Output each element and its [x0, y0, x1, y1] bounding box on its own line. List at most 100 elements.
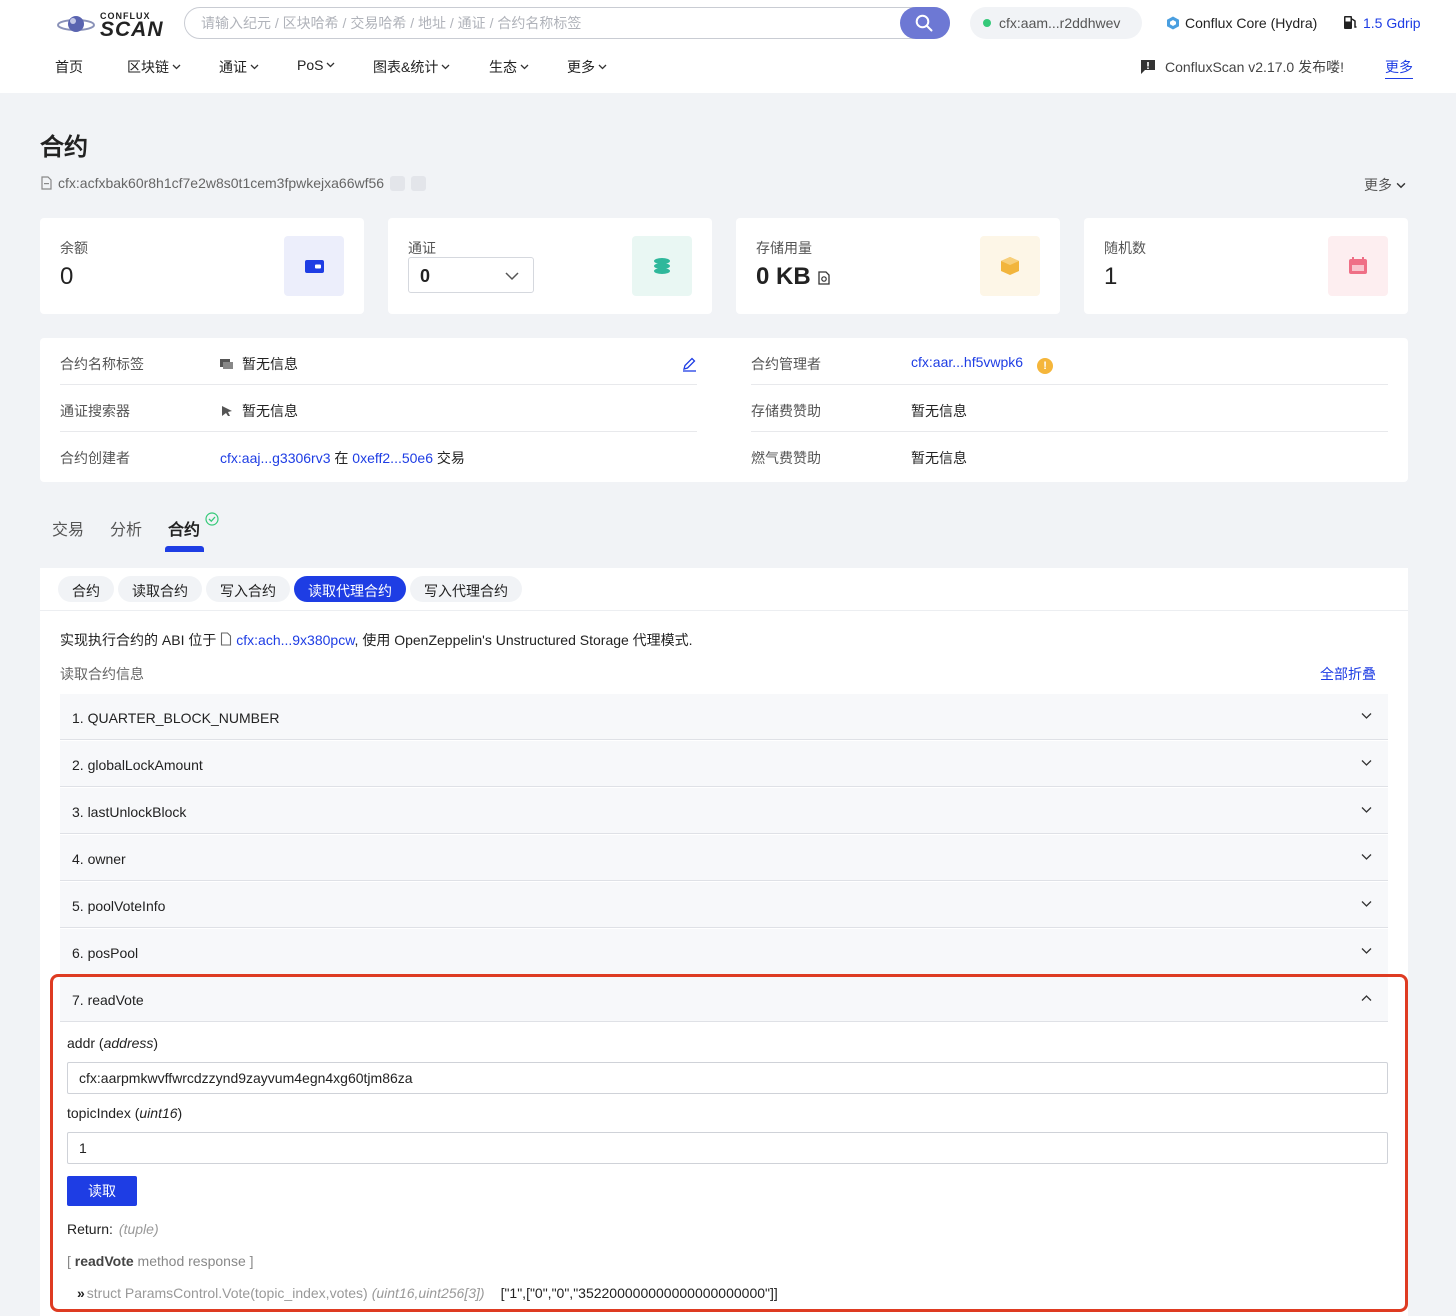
- contract-panel: 合约 读取合约 写入合约 读取代理合约 写入代理合约 实现执行合约的 ABI 位…: [40, 568, 1408, 1316]
- info-value: 暂无信息: [911, 403, 967, 419]
- top-header: CONFLUX SCAN cfx:aam...r2ddhwev Conflux …: [0, 0, 1456, 93]
- chevron-down-icon: [1361, 948, 1372, 954]
- brand-main-text: SCAN: [100, 18, 164, 41]
- announcement[interactable]: ConfluxScan v2.17.0 发布喽!: [1140, 57, 1344, 77]
- subtab-write[interactable]: 写入合约: [206, 576, 290, 602]
- info-key: 合约创建者: [60, 450, 130, 466]
- subtab-write-proxy[interactable]: 写入代理合约: [410, 576, 522, 602]
- storage-detail-icon[interactable]: [817, 271, 831, 285]
- read-section-title: 读取合约信息: [60, 666, 144, 682]
- tab-contract[interactable]: 合约: [168, 516, 200, 540]
- creator-at-text: 在: [334, 450, 349, 466]
- implementation-note: 实现执行合约的 ABI 位于 cfx:ach...9x380pcw, 使用 Op…: [60, 630, 693, 650]
- info-value: 暂无信息: [220, 354, 298, 374]
- tab-analysis[interactable]: 分析: [110, 516, 142, 540]
- method-name: 5. poolVoteInfo: [72, 898, 166, 914]
- edit-icon[interactable]: [681, 356, 697, 372]
- nav-tokens-label: 通证: [219, 59, 247, 75]
- method-row[interactable]: 1. QUARTER_BLOCK_NUMBER: [60, 694, 1388, 740]
- conflux-network-icon: [1167, 16, 1179, 30]
- nav-tokens[interactable]: 通证: [219, 57, 259, 77]
- info-key: 燃气费赞助: [751, 450, 821, 466]
- chevron-down-icon: [598, 64, 607, 70]
- search-input[interactable]: [201, 8, 891, 38]
- contract-info-panel: 合约名称标签 暂无信息 通证搜索器 暂无信息 合约创建者 cfx:aaj...g…: [40, 338, 1408, 482]
- more-dropdown[interactable]: 更多: [1364, 175, 1406, 195]
- package-icon: [980, 236, 1040, 296]
- admin-address-link[interactable]: cfx:aar...hf5vwpk6: [911, 354, 1023, 370]
- creator-address-link[interactable]: cfx:aaj...g3306rv3: [220, 450, 331, 466]
- chevron-down-icon: [327, 62, 335, 68]
- method-name: 2. globalLockAmount: [72, 757, 203, 773]
- page-title: 合约: [40, 134, 88, 161]
- token-label: 通证: [408, 240, 436, 256]
- chevron-down-icon: [1396, 182, 1406, 189]
- wallet-button[interactable]: cfx:aam...r2ddhwev: [970, 7, 1142, 39]
- method-name: 4. owner: [72, 851, 126, 867]
- info-value: 暂无信息: [911, 450, 967, 466]
- chevron-down-icon: [1361, 760, 1372, 766]
- storage-label: 存储用量: [756, 240, 812, 256]
- search-button[interactable]: [900, 7, 950, 39]
- info-row-gas-sponsor: 燃气费赞助 暂无信息: [751, 432, 1388, 479]
- gas-price-value: 1.5 Gdrip: [1363, 15, 1421, 31]
- collapse-all-link[interactable]: 全部折叠: [1320, 664, 1376, 684]
- creation-tx-link[interactable]: 0xeff2...50e6: [352, 450, 433, 466]
- coins-icon: [632, 236, 692, 296]
- nav-more-label: 更多: [567, 59, 595, 75]
- copy-icon[interactable]: [390, 176, 406, 191]
- chevron-down-icon: [441, 64, 450, 70]
- contract-file-icon: [221, 632, 232, 646]
- tab-transactions[interactable]: 交易: [52, 516, 84, 540]
- nav-blockchain[interactable]: 区块链: [127, 57, 181, 77]
- contract-address: cfx:acfxbak60r8h1cf7e2w8s0t1cem3fpwkejxa…: [58, 175, 385, 191]
- announcement-more-link[interactable]: 更多: [1385, 57, 1413, 79]
- connected-status-dot: [983, 19, 991, 27]
- info-row-storage-sponsor: 存储费赞助 暂无信息: [751, 385, 1388, 432]
- info-key: 合约管理者: [751, 356, 821, 372]
- method-row[interactable]: 5. poolVoteInfo: [60, 882, 1388, 928]
- announcement-text: ConfluxScan v2.17.0 发布喽!: [1165, 59, 1344, 75]
- chevron-down-icon: [172, 64, 181, 70]
- nav-charts-label: 图表&统计: [373, 59, 439, 75]
- chevron-down-icon: [1361, 713, 1372, 719]
- impl-suffix: , 使用 OpenZeppelin's Unstructured Storage…: [354, 632, 693, 648]
- gas-pump-icon: [1344, 16, 1357, 29]
- method-row[interactable]: 3. lastUnlockBlock: [60, 788, 1388, 834]
- info-key: 通证搜索器: [60, 403, 130, 419]
- balance-value: 0: [60, 263, 74, 290]
- name-tag-icon: [220, 359, 233, 369]
- token-tracker-icon: [222, 406, 232, 416]
- method-row[interactable]: 2. globalLockAmount: [60, 741, 1388, 787]
- active-tab-indicator: [165, 546, 204, 552]
- confluxscan-logo[interactable]: CONFLUX SCAN: [56, 10, 166, 41]
- chevron-down-icon: [520, 64, 529, 70]
- gas-price[interactable]: 1.5 Gdrip: [1343, 15, 1421, 31]
- subtab-code[interactable]: 合约: [58, 576, 114, 602]
- nav-ecosystem[interactable]: 生态: [489, 57, 529, 77]
- planet-logo-icon: [57, 16, 95, 32]
- nav-more[interactable]: 更多: [567, 57, 607, 77]
- network-name: Conflux Core (Hydra): [1185, 15, 1318, 31]
- method-row[interactable]: 6. posPool: [60, 929, 1388, 975]
- nav-charts[interactable]: 图表&统计: [373, 57, 450, 77]
- method-row[interactable]: 4. owner: [60, 835, 1388, 881]
- chevron-down-icon: [505, 272, 519, 281]
- warning-icon[interactable]: !: [1037, 358, 1054, 374]
- nav-pos[interactable]: PoS: [297, 57, 335, 73]
- impl-prefix: 实现执行合约的 ABI 位于: [60, 632, 217, 648]
- network-selector[interactable]: Conflux Core (Hydra): [1166, 15, 1317, 31]
- balance-label: 余额: [60, 240, 88, 256]
- creation-tx-label: 交易: [436, 450, 465, 466]
- token-select[interactable]: 0: [408, 257, 534, 293]
- name-tag-value: 暂无信息: [242, 356, 298, 372]
- token-card: 通证 0: [388, 218, 712, 314]
- more-dropdown-label: 更多: [1364, 177, 1392, 193]
- qrcode-icon[interactable]: [411, 176, 427, 191]
- info-row-admin: 合约管理者 cfx:aar...hf5vwpk6!: [751, 338, 1388, 385]
- info-key: 合约名称标签: [60, 356, 144, 372]
- subtab-read-proxy[interactable]: 读取代理合约: [294, 576, 406, 602]
- subtab-read[interactable]: 读取合约: [118, 576, 202, 602]
- nav-home[interactable]: 首页: [55, 57, 83, 77]
- impl-address-link[interactable]: cfx:ach...9x380pcw: [236, 632, 354, 648]
